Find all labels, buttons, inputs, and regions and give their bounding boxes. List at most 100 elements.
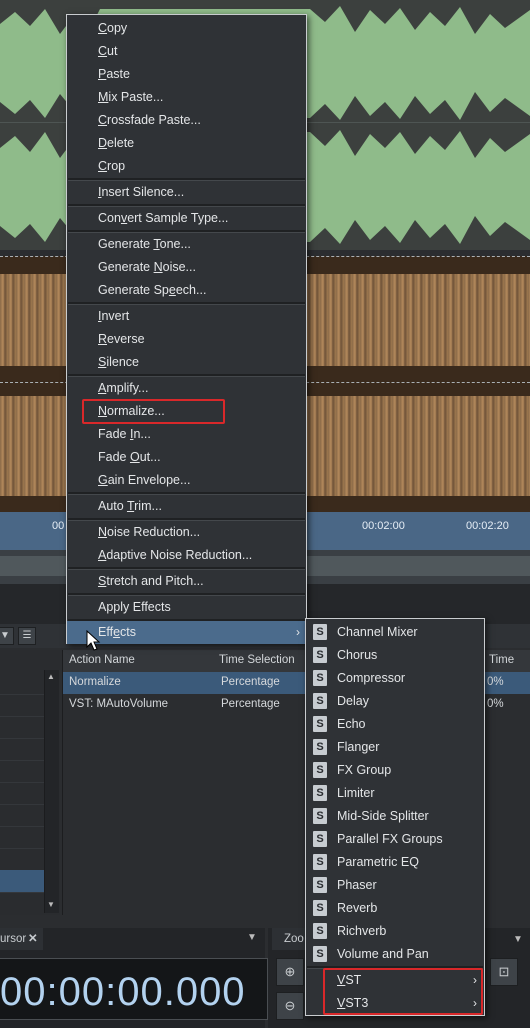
submenu-item-delay[interactable]: S Delay	[306, 690, 484, 713]
menu-item-amplify[interactable]: Amplify...	[67, 377, 306, 400]
cursor-panel: ursor ✕ ▼ 00:00:00.000	[0, 928, 268, 1028]
s-plugin-icon: S	[313, 923, 327, 939]
submenu-item-compressor[interactable]: S Compressor	[306, 667, 484, 690]
annotation-highlight-normalize	[82, 399, 225, 424]
menu-item-fade-out[interactable]: Fade Out...	[67, 446, 306, 469]
submenu-item-volume-and-pan[interactable]: S Volume and Pan	[306, 943, 484, 966]
list-item[interactable]	[0, 826, 44, 849]
menu-item-auto-trim[interactable]: Auto Trim...	[67, 495, 306, 518]
time-cell: 0%	[487, 676, 504, 688]
menu-item-generate-tone[interactable]: Generate Tone...	[67, 233, 306, 256]
time-selection-cell: Percentage	[221, 698, 280, 710]
submenu-item-mid-side-splitter[interactable]: S Mid-Side Splitter	[306, 805, 484, 828]
s-plugin-icon: S	[313, 739, 327, 755]
zoom-in-icon: ⊕	[284, 964, 296, 979]
submenu-item-richverb[interactable]: S Richverb	[306, 920, 484, 943]
list-item[interactable]	[0, 694, 44, 717]
s-plugin-icon: S	[313, 762, 327, 778]
zoom-selection-button[interactable]: ⊡	[490, 958, 518, 986]
menu-item-effects[interactable]: Effects ›	[67, 621, 306, 644]
menu-item-crop[interactable]: Crop	[67, 155, 306, 178]
s-plugin-icon: S	[313, 946, 327, 962]
menu-item-crossfade-paste[interactable]: Crossfade Paste...	[67, 109, 306, 132]
effects-submenu: S Channel Mixer S Chorus S Compressor S Dela…	[305, 618, 485, 1016]
menu-item-convert-sample-type[interactable]: Convert Sample Type...	[67, 207, 306, 230]
column-header-time[interactable]: Time	[489, 654, 514, 666]
submenu-item-reverb[interactable]: S Reverb	[306, 897, 484, 920]
list-item[interactable]	[0, 848, 44, 871]
list-item[interactable]	[0, 716, 44, 739]
list-button[interactable]: ☰	[18, 627, 36, 645]
chevron-down-icon: ▼	[0, 630, 10, 641]
timeline-tick: 00:02:20	[466, 520, 509, 532]
submenu-arrow-icon: ›	[296, 625, 300, 639]
menu-item-paste[interactable]: Paste	[67, 63, 306, 86]
list-item[interactable]	[0, 804, 44, 827]
zoom-out-icon: ⊖	[284, 998, 296, 1013]
history-scrollbar[interactable]: ▲ ▼	[44, 670, 59, 913]
column-header-action-name[interactable]: Action Name	[69, 654, 135, 666]
tab-cursor[interactable]: ursor ✕	[0, 928, 43, 950]
menu-item-cut[interactable]: Cut	[67, 40, 306, 63]
scroll-up-icon[interactable]: ▲	[47, 672, 55, 681]
mouse-pointer-icon	[86, 630, 101, 651]
chevron-down-icon[interactable]: ▼	[247, 932, 257, 943]
time-cell: 0%	[487, 698, 504, 710]
timeline-tick: 00	[52, 520, 65, 532]
cursor-time: 00:00:00.000	[0, 970, 246, 1014]
tab-label: Zoo	[284, 933, 304, 945]
submenu-item-parallel-fx-groups[interactable]: S Parallel FX Groups	[306, 828, 484, 851]
menu-item-mix-paste[interactable]: Mix Paste...	[67, 86, 306, 109]
s-plugin-icon: S	[313, 900, 327, 916]
zoom-out-button[interactable]: ⊖	[276, 992, 304, 1020]
list-icon: ☰	[22, 630, 32, 641]
list-item[interactable]	[0, 738, 44, 761]
submenu-item-parametric-eq[interactable]: S Parametric EQ	[306, 851, 484, 874]
s-plugin-icon: S	[313, 854, 327, 870]
s-plugin-icon: S	[313, 693, 327, 709]
menu-item-gain-envelope[interactable]: Gain Envelope...	[67, 469, 306, 492]
annotation-highlight-vst	[323, 968, 483, 1015]
submenu-item-phaser[interactable]: S Phaser	[306, 874, 484, 897]
menu-item-copy[interactable]: Copy	[67, 17, 306, 40]
submenu-item-chorus[interactable]: S Chorus	[306, 644, 484, 667]
submenu-item-channel-mixer[interactable]: S Channel Mixer	[306, 621, 484, 644]
menu-item-delete[interactable]: Delete	[67, 132, 306, 155]
time-selection-cell: Percentage	[221, 676, 280, 688]
s-plugin-icon: S	[313, 647, 327, 663]
time-display-box: 00:00:00.000	[0, 958, 268, 1020]
list-item[interactable]	[0, 672, 44, 695]
action-name-cell: VST: MAutoVolume	[69, 698, 169, 710]
menu-item-adaptive-noise-reduction[interactable]: Adaptive Noise Reduction...	[67, 544, 306, 567]
menu-item-fade-in[interactable]: Fade In...	[67, 423, 306, 446]
menu-item-silence[interactable]: Silence	[67, 351, 306, 374]
menu-item-reverse[interactable]: Reverse	[67, 328, 306, 351]
s-plugin-icon: S	[313, 670, 327, 686]
close-icon[interactable]: ✕	[28, 928, 38, 950]
submenu-item-fx-group[interactable]: S FX Group	[306, 759, 484, 782]
menu-item-apply-effects[interactable]: Apply Effects	[67, 596, 306, 619]
menu-item-generate-noise[interactable]: Generate Noise...	[67, 256, 306, 279]
s-plugin-icon: S	[313, 716, 327, 732]
context-menu: Copy Cut Paste Mix Paste... Crossfade Pa…	[66, 14, 307, 644]
menu-item-invert[interactable]: Invert	[67, 305, 306, 328]
column-header-time-selection[interactable]: Time Selection	[219, 654, 295, 666]
menu-item-generate-speech[interactable]: Generate Speech...	[67, 279, 306, 302]
submenu-item-echo[interactable]: S Echo	[306, 713, 484, 736]
chevron-down-icon[interactable]: ▼	[513, 934, 523, 945]
submenu-item-limiter[interactable]: S Limiter	[306, 782, 484, 805]
scroll-down-icon[interactable]: ▼	[47, 900, 55, 909]
s-plugin-icon: S	[313, 877, 327, 893]
submenu-item-flanger[interactable]: S Flanger	[306, 736, 484, 759]
list-item-selected[interactable]	[0, 870, 44, 893]
menu-item-stretch-and-pitch[interactable]: Stretch and Pitch...	[67, 570, 306, 593]
s-plugin-icon: S	[313, 831, 327, 847]
menu-item-insert-silence[interactable]: Insert Silence...	[67, 181, 306, 204]
dropdown-button[interactable]: ▼	[0, 627, 14, 645]
timeline-tick: 00:02:00	[362, 520, 405, 532]
menu-item-noise-reduction[interactable]: Noise Reduction...	[67, 521, 306, 544]
zoom-in-button[interactable]: ⊕	[276, 958, 304, 986]
s-plugin-icon: S	[313, 624, 327, 640]
list-item[interactable]	[0, 782, 44, 805]
list-item[interactable]	[0, 760, 44, 783]
